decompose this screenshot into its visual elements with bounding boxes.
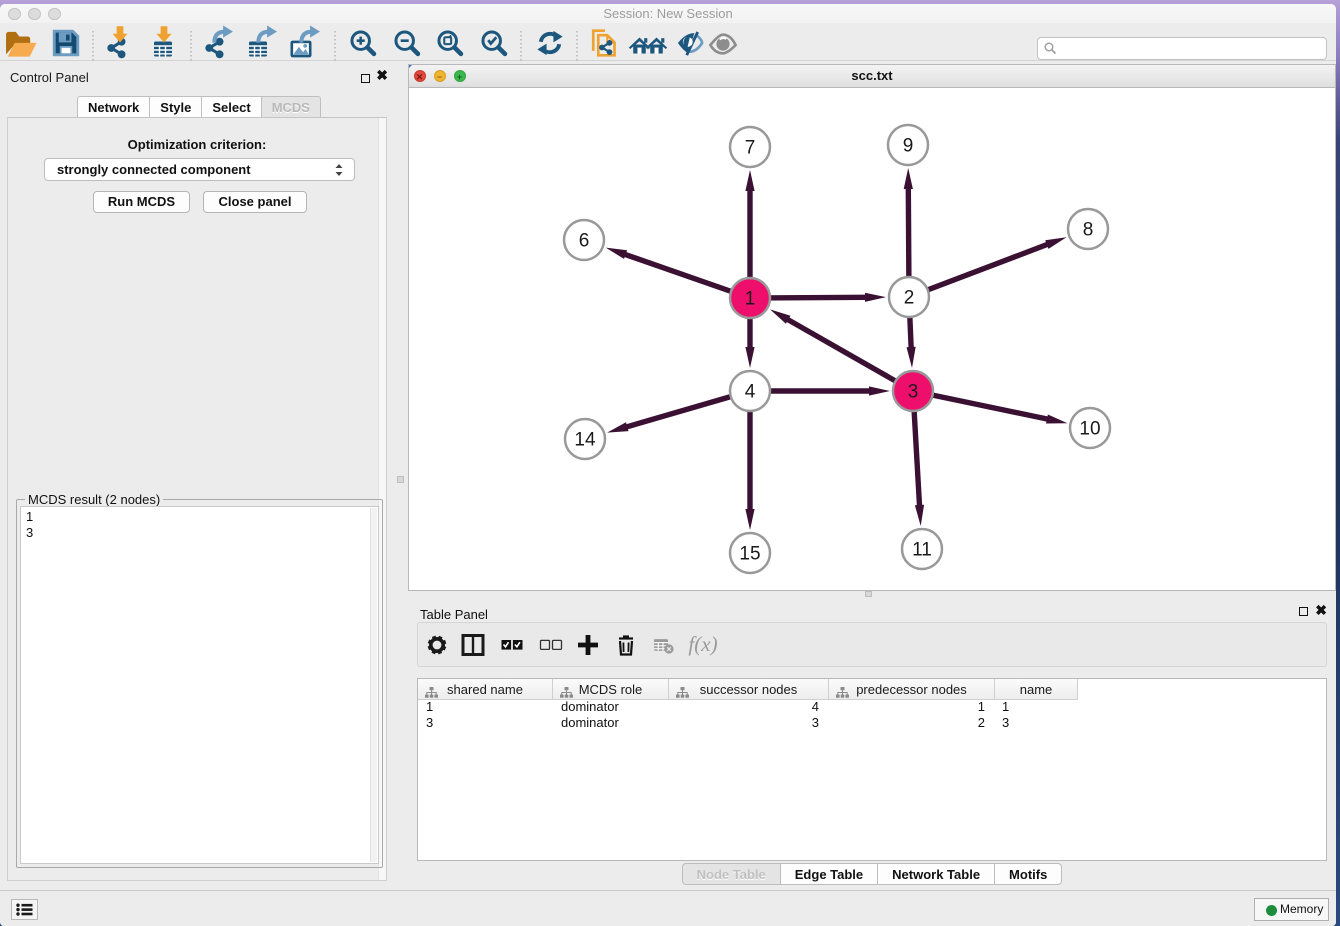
svg-text:7: 7 bbox=[745, 138, 756, 159]
svg-text:2: 2 bbox=[904, 288, 915, 309]
svg-text:14: 14 bbox=[574, 430, 596, 451]
svg-text:3: 3 bbox=[908, 382, 919, 403]
svg-text:1: 1 bbox=[745, 289, 756, 310]
svg-text:15: 15 bbox=[739, 544, 760, 565]
svg-text:9: 9 bbox=[903, 136, 914, 157]
svg-text:f(x): f(x) bbox=[688, 632, 717, 656]
svg-text:8: 8 bbox=[1083, 220, 1094, 241]
svg-text:11: 11 bbox=[912, 540, 932, 561]
svg-text:10: 10 bbox=[1079, 419, 1100, 440]
svg-text:6: 6 bbox=[579, 231, 590, 252]
svg-text:4: 4 bbox=[745, 382, 756, 403]
